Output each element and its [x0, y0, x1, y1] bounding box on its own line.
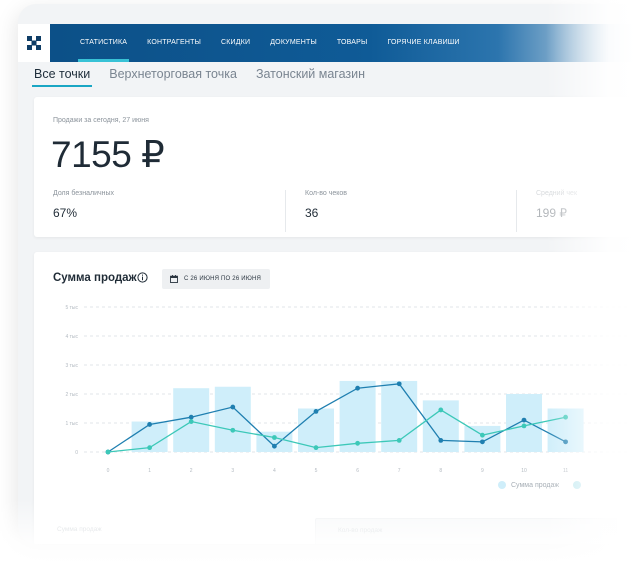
y-tick-label: 5 тыс	[65, 305, 78, 311]
summary-card: Продажи за сегодня, 27 июня 7155 ₽ Доля …	[34, 97, 636, 237]
stat-label: Средний чек	[536, 190, 578, 197]
legend-label-sales: Сумма продаж	[511, 481, 560, 489]
logo-icon	[27, 36, 41, 50]
series-point-2	[563, 414, 568, 420]
x-tick-label: 6	[356, 468, 359, 474]
x-tick-label: 4	[273, 468, 276, 474]
stat-cashless-share: Доля безналичных 67%	[53, 190, 114, 220]
sales-chart-card: Сумма продаж С 26 ИЮНЯ ПО 26 ИЮНЯ 5 тыс 4…	[34, 252, 636, 544]
x-tick-label: 3	[231, 468, 234, 474]
x-tick-label: 1	[148, 468, 151, 474]
sales-today-label: Продажи за сегодня, 27 июня	[53, 117, 149, 124]
x-tick-label: 7	[398, 468, 401, 474]
app-window: СТАТИСТИКА КОНТРАГЕНТЫ СКИДКИ ДОКУМЕНТЫ …	[18, 4, 636, 544]
series-point-2	[105, 449, 111, 455]
app-logo[interactable]	[18, 24, 50, 62]
bar-sales	[464, 425, 501, 452]
series-point-2	[396, 438, 402, 443]
sales-count-label: Кол-во продаж	[338, 527, 383, 534]
series-point-2	[438, 407, 444, 413]
series-point-2	[230, 427, 236, 433]
series-point-2	[521, 423, 527, 429]
stat-divider	[285, 190, 286, 232]
nav-documents[interactable]: ДОКУМЕНТЫ	[260, 24, 327, 62]
x-tick-label: 2	[190, 468, 193, 474]
x-tick-label: 8	[439, 468, 442, 474]
series-point-1	[313, 409, 319, 414]
series-point-2	[188, 419, 194, 424]
calendar-icon	[170, 275, 178, 283]
series-point-1	[563, 439, 568, 445]
stat-value: 199 ₽	[536, 206, 567, 220]
series-point-2	[147, 445, 152, 451]
sales-today-amount: 7155 ₽	[51, 134, 165, 175]
x-tick-label: 0	[107, 468, 110, 474]
y-tick-label: 3 тыс	[65, 363, 78, 369]
series-point-1	[272, 443, 277, 449]
stat-average-receipt: Средний чек 199 ₽	[536, 190, 577, 220]
info-icon[interactable]	[137, 272, 148, 283]
stat-value: 36	[305, 206, 319, 220]
x-tick-label: 10	[521, 468, 527, 474]
date-range-text: С 26 ИЮНЯ ПО 26 ИЮНЯ	[184, 276, 262, 282]
series-point-1	[147, 422, 152, 427]
date-range-button[interactable]: С 26 ИЮНЯ ПО 26 ИЮНЯ	[162, 269, 271, 289]
nav-products[interactable]: ТОВАРЫ	[327, 24, 378, 62]
x-tick-label: 9	[481, 468, 484, 474]
legend-swatch-sales	[498, 481, 506, 489]
y-tick-label: 0	[75, 450, 78, 456]
nav-discounts[interactable]: СКИДКИ	[211, 24, 260, 62]
store-tabs: Все точки Верхнеторговая точка Затонский…	[32, 64, 382, 87]
nav-links: СТАТИСТИКА КОНТРАГЕНТЫ СКИДКИ ДОКУМЕНТЫ …	[70, 24, 470, 62]
nav-hotkeys[interactable]: ГОРЯЧИЕ КЛАВИШИ	[377, 24, 469, 62]
nav-statistics[interactable]: СТАТИСТИКА	[70, 24, 137, 62]
series-point-1	[188, 414, 194, 420]
top-navigation: СТАТИСТИКА КОНТРАГЕНТЫ СКИДКИ ДОКУМЕНТЫ …	[18, 24, 636, 62]
y-tick-label: 4 тыс	[65, 334, 78, 340]
series-point-1	[355, 385, 360, 391]
series-point-1	[230, 404, 236, 410]
chart-legend: Сумма продаж	[498, 481, 582, 489]
stat-divider	[516, 190, 517, 232]
series-point-1	[438, 438, 444, 443]
nav-counterparties[interactable]: КОНТРАГЕНТЫ	[137, 24, 211, 62]
sales-sum-section-label: Сумма продаж	[57, 526, 102, 533]
series-point-2	[480, 432, 485, 438]
stat-label: Кол-во чеков	[305, 190, 348, 197]
tab-zatonsky[interactable]: Затонский магазин	[254, 64, 367, 87]
series-point-2	[355, 440, 360, 446]
chart-title: Сумма продаж	[53, 272, 137, 284]
y-tick-label: 2 тыс	[65, 392, 78, 398]
series-point-2	[272, 435, 277, 440]
x-tick-label: 11	[563, 468, 568, 474]
y-tick-label: 1 тыс	[65, 421, 78, 427]
series-point-1	[521, 417, 527, 423]
stat-value: 67%	[53, 206, 78, 220]
tab-all-points[interactable]: Все точки	[32, 64, 93, 87]
legend-swatch-second	[573, 481, 582, 489]
tab-verkhnetorgovaya[interactable]: Верхнеторговая точка	[107, 64, 239, 87]
series-point-2	[313, 445, 319, 451]
series-point-1	[396, 381, 402, 387]
sales-chart: 5 тыс 4 тыс 3 тыс 2 тыс 1 тыс 0 0 1 2 3 4 5 6 7 8 9 10 11	[65, 305, 636, 474]
stat-label: Доля безналичных	[53, 190, 115, 197]
stat-receipts-count: Кол-во чеков 36	[305, 190, 347, 220]
series-point-1	[480, 439, 485, 445]
x-tick-label: 5	[315, 468, 318, 474]
